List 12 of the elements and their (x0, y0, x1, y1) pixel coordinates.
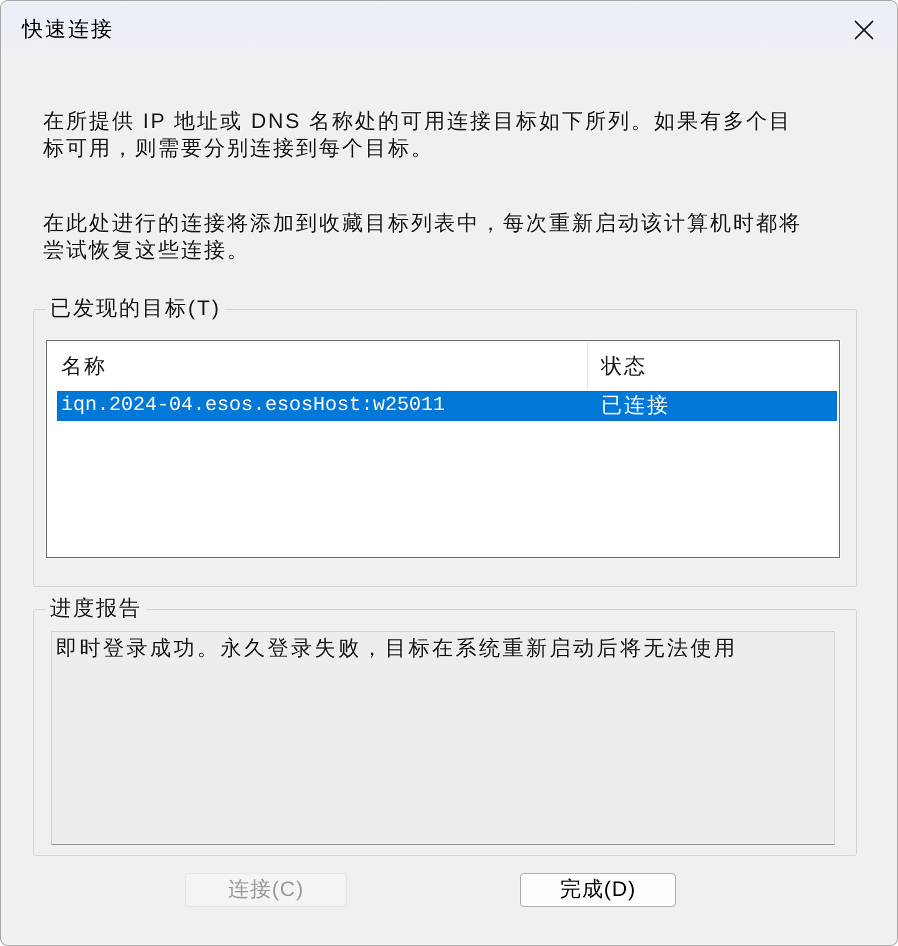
target-list[interactable]: 名称 状态 iqn.2024-04.esos.esosHost:w25011 已连接 (46, 340, 840, 558)
group-label: 已发现的目标(T) (49, 297, 222, 321)
report-text-field[interactable]: 即时登录成功。永久登录失败，目标在系统重新启动后将无法使用 (51, 631, 835, 845)
target-row[interactable]: iqn.2024-04.esos.esosHost:w25011 已连接 (57, 391, 837, 421)
group-label: 进度报告 (49, 597, 143, 621)
table-cell-text: iqn.2024-04.esos.esosHost:w25011 (60, 393, 446, 419)
instruction-text: 在此处进行的连接将添加到收藏目标列表中，每次重新启动该计算机时都将尝试恢复这些连接。 (43, 211, 803, 264)
instruction-text: 在所提供 IP 地址或 DNS 名称处的可用连接目标如下所列。如果有多个目标可用，则需要分别连接到每个目标。 (43, 109, 794, 162)
table-cell-text: 已连接 (600, 393, 670, 420)
close-icon (854, 20, 874, 40)
window-title: 快速连接 (22, 18, 114, 42)
dialog-button[interactable]: 完成(D) (520, 873, 676, 907)
